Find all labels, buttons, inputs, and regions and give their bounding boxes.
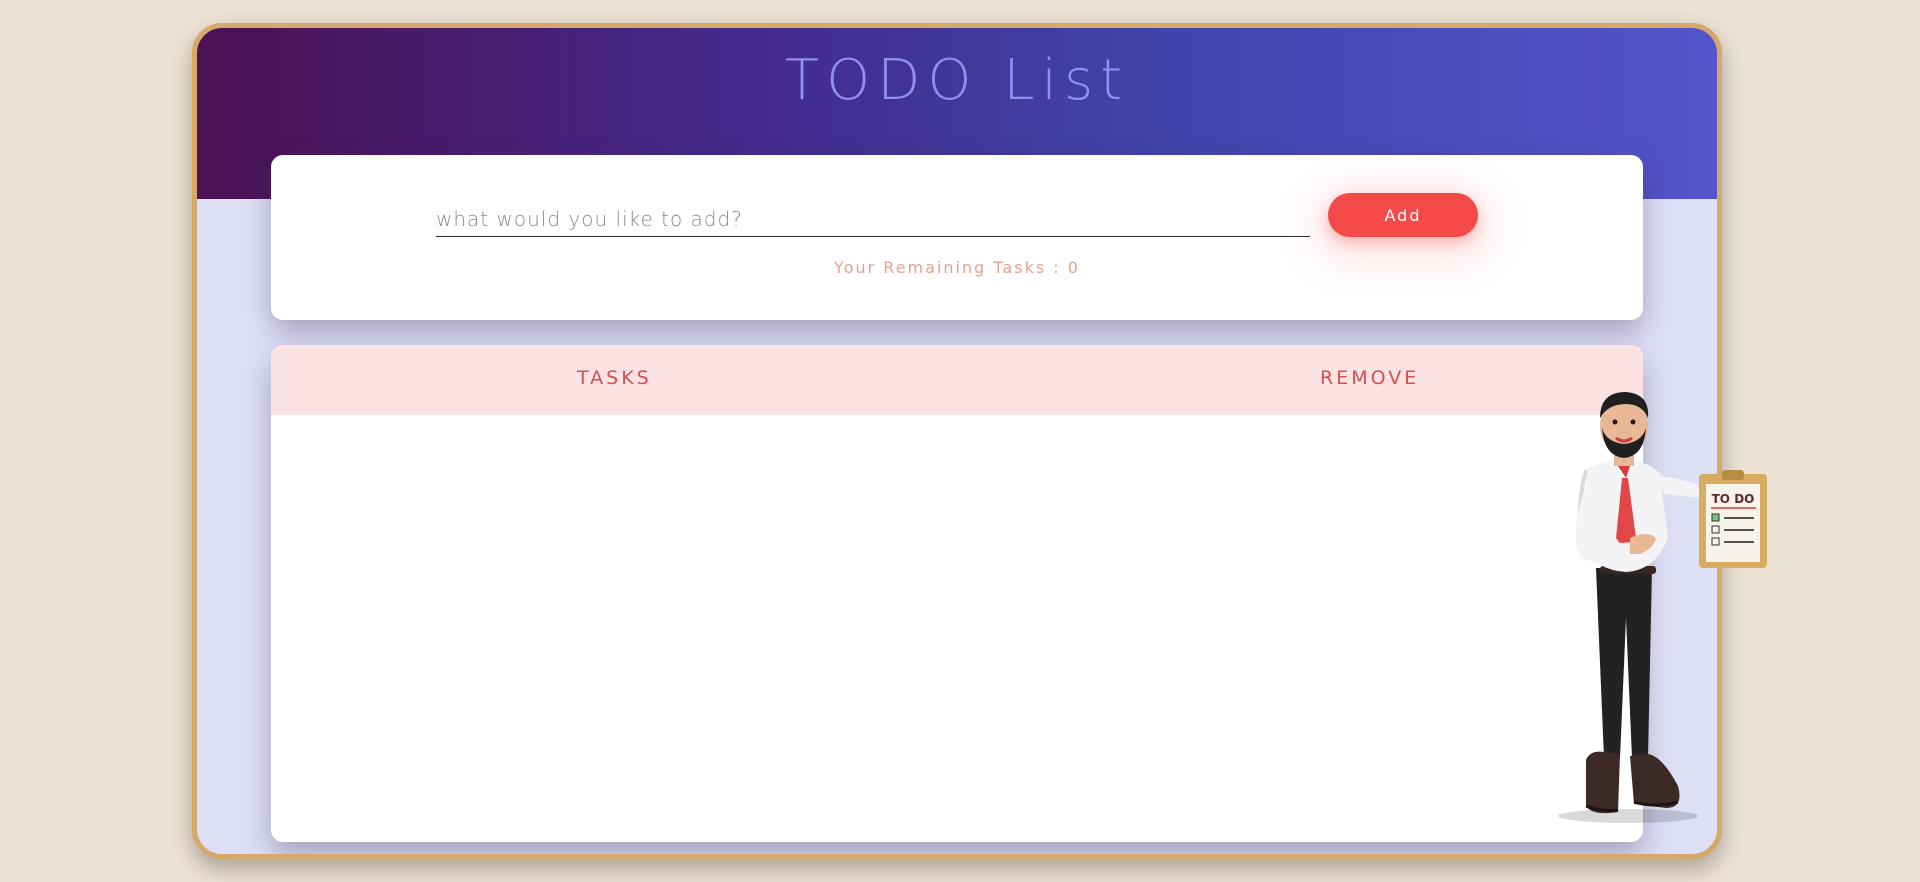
businessman-illustration: TO DO bbox=[1558, 392, 1767, 823]
column-header-tasks: TASKS bbox=[577, 367, 652, 389]
app-frame: TODO List Add Your Remaining Tasks : 0 T… bbox=[192, 23, 1722, 859]
task-list-header: TASKS REMOVE bbox=[271, 345, 1643, 415]
remaining-tasks-count: Your Remaining Tasks : 0 bbox=[834, 258, 1080, 277]
task-list-body bbox=[271, 415, 1643, 842]
add-task-card: Add Your Remaining Tasks : 0 bbox=[271, 155, 1643, 320]
page-title: TODO List bbox=[784, 48, 1130, 113]
task-list-card: TASKS REMOVE bbox=[271, 345, 1643, 842]
column-header-remove: REMOVE bbox=[1320, 367, 1420, 389]
add-button[interactable]: Add bbox=[1328, 193, 1478, 237]
clipboard-todo-text: TO DO bbox=[1712, 492, 1755, 506]
task-input[interactable] bbox=[436, 201, 1310, 237]
